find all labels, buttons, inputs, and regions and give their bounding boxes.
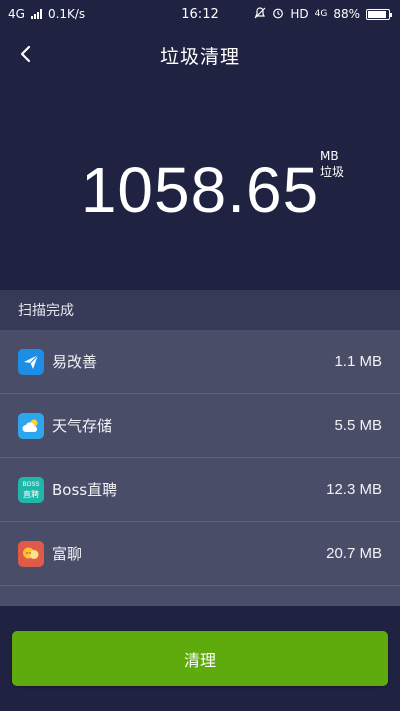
- battery-percent: 88%: [333, 7, 360, 21]
- mute-icon: [254, 6, 266, 22]
- status-right: HD 4G 88%: [254, 6, 392, 22]
- app-size: 12.3 MB: [326, 481, 382, 498]
- header: 垃圾清理: [0, 28, 400, 82]
- app-name: Boss直聘: [52, 481, 118, 499]
- app-name: 天气存储: [52, 417, 113, 435]
- app-list[interactable]: 易改善 1.1 MB 天气存储 5.5 MB BOSS 直聘 Boss直聘 12…: [0, 330, 400, 606]
- app-size: 1.1 MB: [334, 353, 382, 370]
- paper-plane-icon: [18, 348, 44, 375]
- unit-block: MB 垃圾: [320, 148, 344, 180]
- status-left: 4G 0.1K/s: [8, 7, 85, 21]
- battery-icon: [366, 8, 392, 20]
- network-type-right: 4G: [314, 9, 328, 19]
- chevron-left-icon: [20, 45, 31, 63]
- boss-logo-text-bottom: 直聘: [23, 489, 39, 499]
- boss-logo-icon: BOSS 直聘: [18, 476, 44, 503]
- scan-status: 扫描完成: [0, 290, 400, 330]
- list-item[interactable]: 富聊 20.7 MB: [0, 522, 400, 586]
- list-item[interactable]: BOSS 直聘 Boss直聘 12.3 MB: [0, 458, 400, 522]
- app-size: 20.7 MB: [326, 545, 382, 562]
- signal-icon: [30, 9, 42, 19]
- boss-logo-text-top: BOSS: [22, 481, 40, 488]
- footer: 清理: [0, 606, 400, 711]
- clean-button[interactable]: 清理: [12, 631, 388, 686]
- list-item[interactable]: 易改善 1.1 MB: [0, 330, 400, 394]
- back-button[interactable]: [8, 36, 44, 72]
- weather-cloud-icon: [18, 412, 44, 439]
- hd-label: HD: [290, 7, 309, 21]
- app-name: 富聊: [52, 545, 83, 563]
- list-item-partial[interactable]: [0, 586, 400, 606]
- network-type: 4G: [8, 7, 25, 21]
- page-title: 垃圾清理: [159, 45, 240, 68]
- junk-summary: 1058.65 MB 垃圾: [0, 82, 400, 290]
- chat-bubble-icon: [18, 540, 44, 567]
- network-speed: 0.1K/s: [47, 7, 86, 21]
- unit-label: 垃圾: [320, 165, 345, 179]
- alarm-icon: [272, 7, 284, 22]
- status-bar: 4G 0.1K/s 16:12 HD 4G 88%: [0, 0, 400, 28]
- list-item[interactable]: 天气存储 5.5 MB: [0, 394, 400, 458]
- app-size: 5.5 MB: [334, 417, 382, 434]
- unit-text: MB: [320, 149, 339, 163]
- app-name: 易改善: [52, 353, 98, 371]
